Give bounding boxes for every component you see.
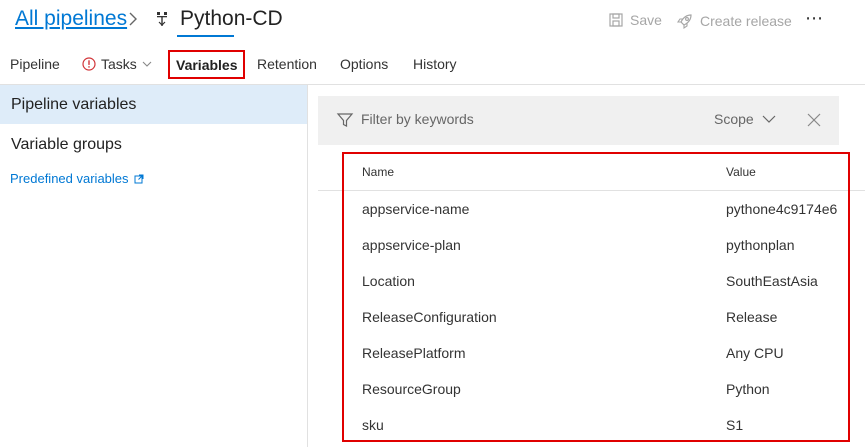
chevron-down-icon (142, 61, 152, 67)
more-actions-button[interactable]: ⋯ (805, 8, 824, 29)
tab-retention[interactable]: Retention (257, 56, 317, 72)
tab-history[interactable]: History (413, 56, 457, 72)
variables-grid-highlight (342, 152, 850, 442)
warning-icon (82, 57, 96, 71)
predefined-variables-label: Predefined variables (10, 171, 129, 186)
tab-variables[interactable]: Variables (168, 50, 245, 79)
sidebar-item-variable-groups[interactable]: Variable groups (11, 136, 122, 154)
save-icon (609, 13, 623, 27)
tab-options[interactable]: Options (340, 56, 388, 72)
all-pipelines-link[interactable]: All pipelines (15, 7, 127, 31)
tab-bar: Pipeline Tasks Variables Retention Optio… (0, 46, 865, 84)
predefined-variables-link[interactable]: Predefined variables (10, 171, 144, 186)
tab-tasks-label: Tasks (101, 56, 137, 72)
sidebar-item-pipeline-variables[interactable]: Pipeline variables (0, 85, 307, 124)
active-tab-underline (177, 35, 234, 37)
filter-icon (336, 113, 354, 127)
filter-keywords-input[interactable]: Filter by keywords (361, 111, 474, 127)
save-label: Save (630, 12, 662, 28)
scope-label: Scope (714, 111, 754, 127)
header-bar: All pipelines Python-CD Save Create rele… (0, 0, 865, 42)
release-pipeline-icon (157, 12, 167, 26)
external-link-icon (134, 174, 144, 183)
save-button[interactable]: Save (608, 12, 662, 28)
scope-dropdown[interactable]: Scope (714, 111, 776, 127)
variables-sidebar: Pipeline variables Variable groups Prede… (0, 85, 308, 447)
rocket-icon (676, 14, 692, 30)
filter-bar: Filter by keywords Scope (318, 96, 839, 145)
create-release-button[interactable]: Create release (676, 12, 792, 30)
tab-tasks[interactable]: Tasks (82, 56, 152, 72)
chevron-right-icon (129, 12, 137, 26)
page-title: Python-CD (180, 7, 283, 30)
tab-pipeline[interactable]: Pipeline (10, 56, 60, 72)
chevron-down-icon (762, 115, 776, 123)
close-icon[interactable] (807, 113, 821, 127)
create-release-label: Create release (700, 13, 792, 29)
sidebar-item-label: Pipeline variables (11, 96, 137, 113)
